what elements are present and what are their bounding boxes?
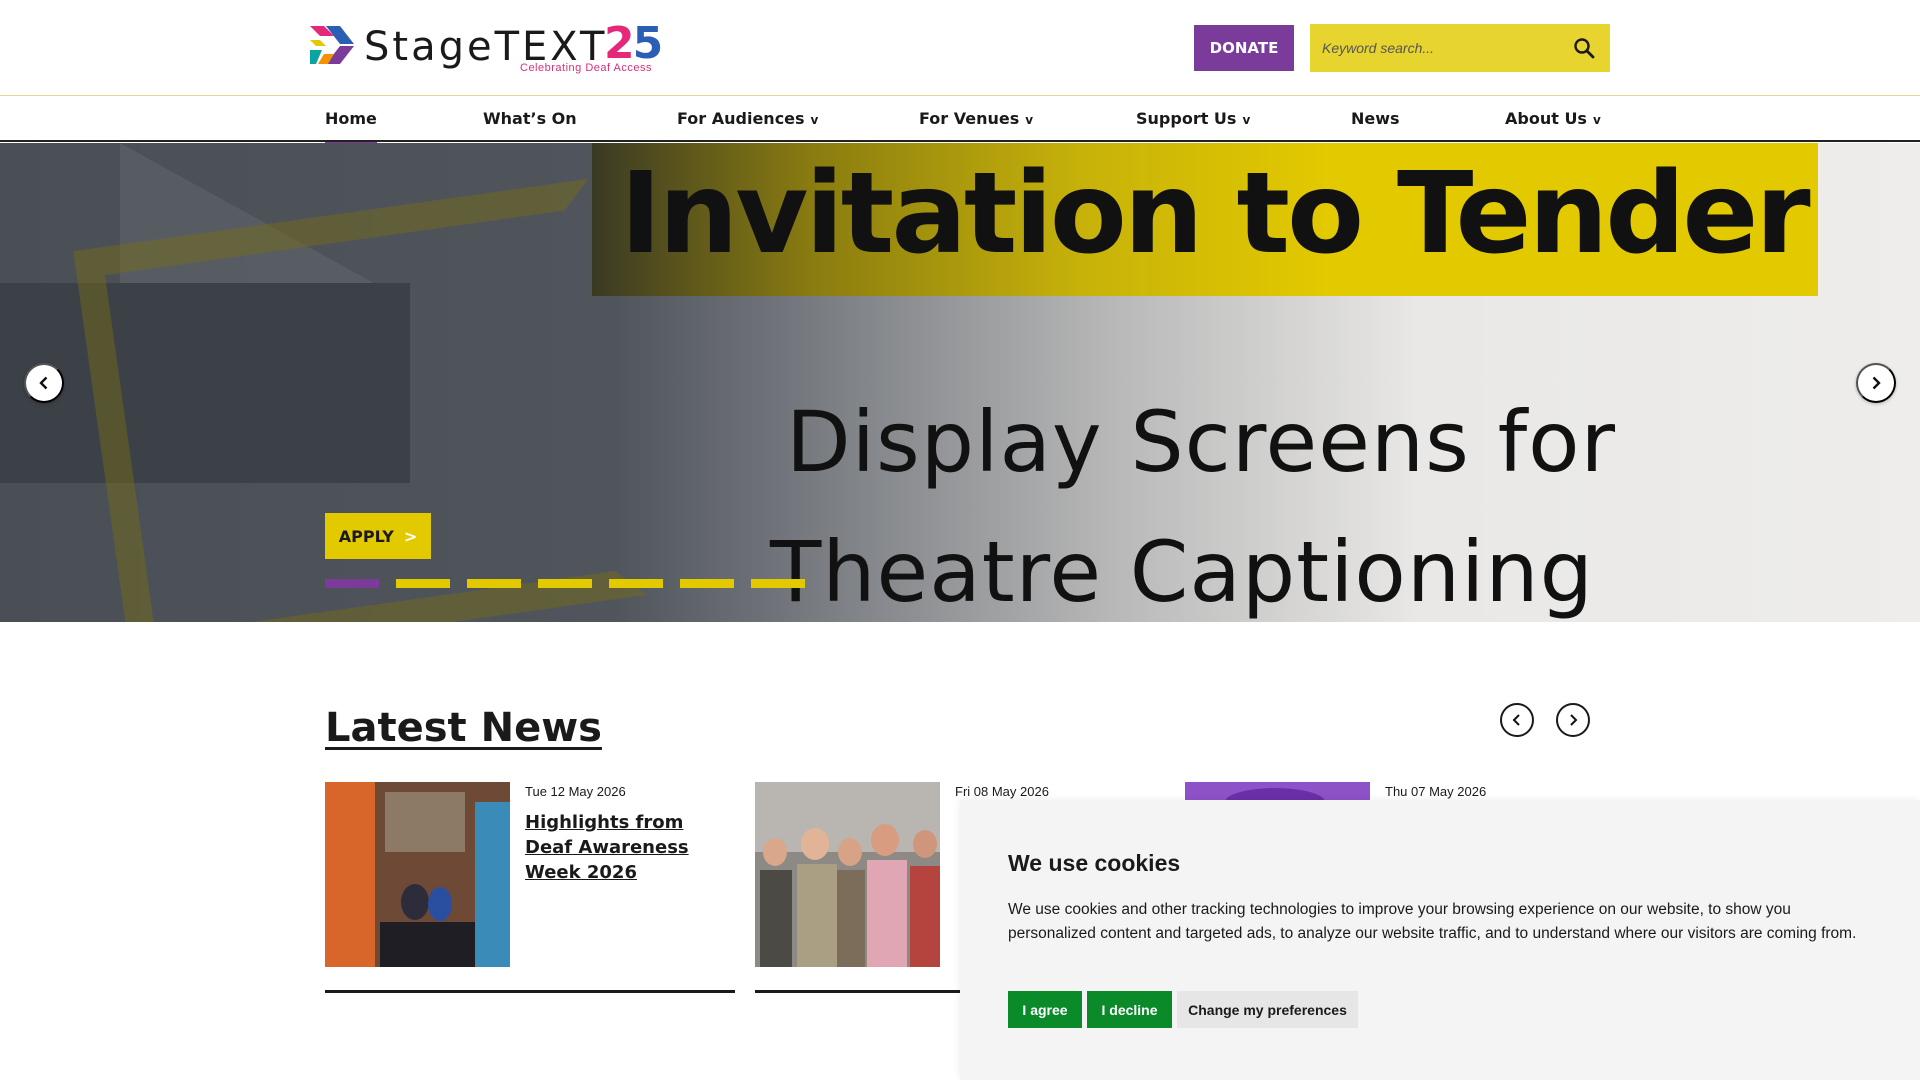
carousel-dot[interactable] [467, 579, 521, 588]
nav-item-label: What’s On [483, 109, 577, 128]
logo-tagline: Celebrating Deaf Access [520, 62, 652, 74]
chevron-left-icon [39, 376, 48, 390]
chevron-down-icon: v [1242, 113, 1251, 127]
logo-mark-icon [310, 26, 354, 64]
news-card-image[interactable] [325, 782, 510, 967]
nav-item-label: About Us [1505, 109, 1587, 128]
site-logo[interactable]: StageTEXT 25 Celebrating Deaf Access [308, 18, 668, 74]
news-card-date: Thu 07 May 2026 [1385, 784, 1487, 799]
nav-item-whats-on[interactable]: What’s On [483, 109, 577, 128]
cookie-description: We use cookies and other tracking techno… [1008, 901, 1857, 942]
carousel-dot[interactable] [751, 579, 805, 588]
hero-carousel: Invitation to Tender Display Screens for… [0, 143, 1920, 622]
cookie-agree-button[interactable]: I agree [1008, 991, 1082, 1028]
chevron-down-icon: v [810, 113, 819, 127]
cookie-title: We use cookies [1008, 850, 1181, 876]
carousel-next-button[interactable] [1856, 363, 1896, 403]
search-input[interactable] [1310, 40, 1560, 56]
hero-subtitle-line-2: Theatre Captioning [770, 523, 1594, 621]
hero-subtitle-line-1: Display Screens for [786, 393, 1617, 491]
nav-item-for-audiences[interactable]: For Audiences v [677, 109, 818, 128]
nav-item-label: For Venues [919, 109, 1020, 128]
carousel-prev-button[interactable] [24, 363, 64, 403]
nav-item-for-venues[interactable]: For Venues v [919, 109, 1033, 128]
site-header: StageTEXT 25 Celebrating Deaf Access DON… [0, 0, 1920, 96]
news-card-image[interactable] [755, 782, 940, 967]
carousel-dot[interactable] [396, 579, 450, 588]
carousel-pagination [325, 579, 805, 588]
arrow-right-icon: > [403, 526, 418, 546]
chevron-right-icon [1570, 714, 1578, 726]
chevron-down-icon: v [1592, 113, 1601, 127]
carousel-dot[interactable] [538, 579, 592, 588]
carousel-dot[interactable] [680, 579, 734, 588]
hero-title: Invitation to Tender [620, 149, 1811, 279]
nav-item-label: Home [325, 109, 377, 128]
news-card-divider [325, 990, 735, 993]
nav-item-news[interactable]: News [1351, 109, 1400, 128]
nav-item-label: News [1351, 109, 1400, 128]
apply-button-label: APPLY [338, 526, 394, 546]
news-card-date: Tue 12 May 2026 [525, 784, 626, 799]
cookie-consent-banner: We use cookies We use cookies and other … [960, 800, 1920, 1080]
main-navigation: Home What’s On For Audiences v For Venue… [0, 97, 1920, 147]
search-box [1310, 24, 1610, 72]
apply-button[interactable]: APPLY > [325, 513, 431, 559]
donate-button[interactable]: DONATE [1194, 25, 1294, 71]
latest-news-heading[interactable]: Latest News [325, 705, 602, 751]
carousel-dot[interactable] [609, 579, 663, 588]
chevron-right-icon [1872, 376, 1881, 390]
chevron-down-icon: v [1025, 113, 1034, 127]
carousel-dot[interactable] [325, 579, 379, 588]
nav-item-home[interactable]: Home [325, 109, 377, 147]
chevron-left-icon [1512, 714, 1520, 726]
nav-item-label: Support Us [1136, 109, 1237, 128]
news-card-headline[interactable]: Highlights from Deaf Awareness Week 2026 [525, 810, 735, 885]
nav-item-label: For Audiences [677, 109, 805, 128]
news-card-date: Fri 08 May 2026 [955, 784, 1049, 799]
news-card[interactable]: Tue 12 May 2026 Highlights from Deaf Awa… [325, 782, 735, 994]
news-next-button[interactable] [1556, 703, 1590, 737]
nav-item-about-us[interactable]: About Us v [1505, 109, 1601, 128]
search-icon[interactable] [1572, 36, 1596, 60]
nav-item-support-us[interactable]: Support Us v [1136, 109, 1250, 128]
cookie-preferences-button[interactable]: Change my preferences [1177, 991, 1358, 1028]
news-prev-button[interactable] [1500, 703, 1534, 737]
cookie-decline-button[interactable]: I decline [1087, 991, 1172, 1028]
